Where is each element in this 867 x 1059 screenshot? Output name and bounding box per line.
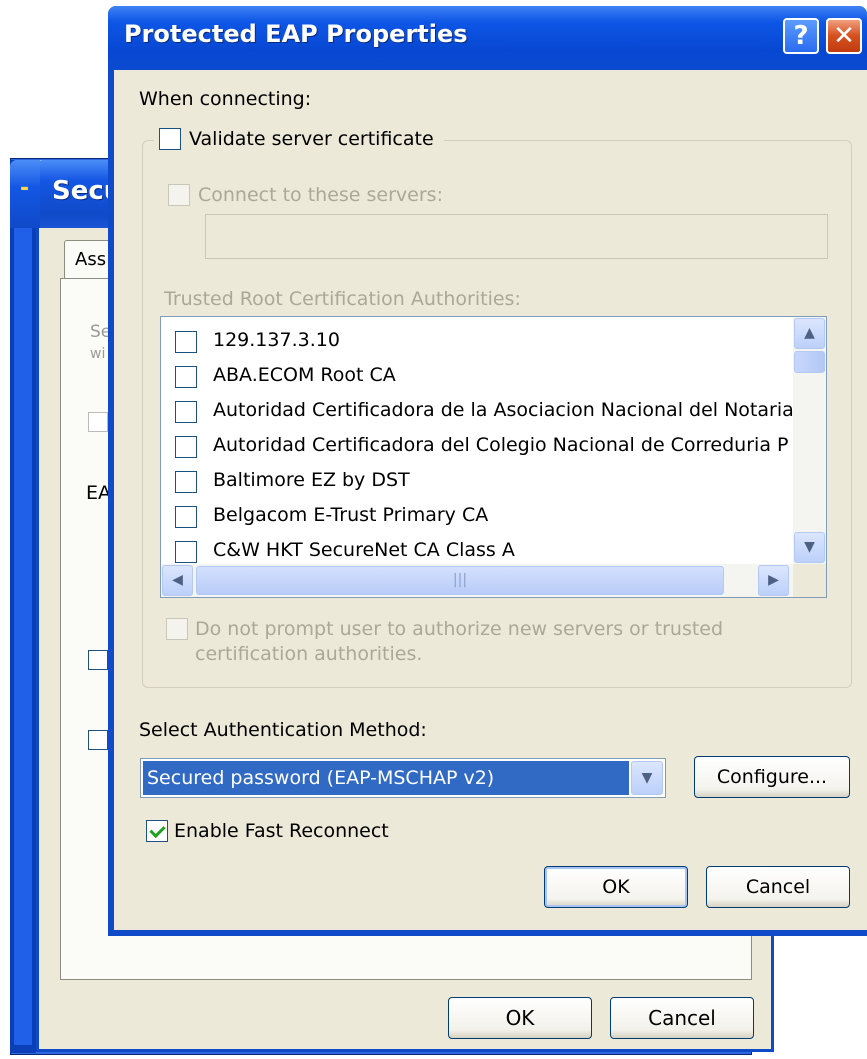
background-checkbox <box>88 412 108 432</box>
help-icon: ? <box>793 21 809 51</box>
when-connecting-label: When connecting: <box>139 88 312 110</box>
chevron-up-icon: ▲ <box>804 325 815 341</box>
ca-checkbox[interactable] <box>175 331 197 353</box>
auth-method-select[interactable]: Secured password (EAP-MSCHAP v2) ▼ <box>140 758 666 798</box>
validate-cert-checkbox[interactable] <box>159 128 181 150</box>
connect-servers-checkbox <box>168 184 190 206</box>
scroll-up-button[interactable]: ▲ <box>794 318 825 349</box>
do-not-prompt-label-line2: certification authorities. <box>195 643 423 665</box>
horizontal-scroll-thumb[interactable]: ||| <box>196 566 724 595</box>
do-not-prompt-checkbox <box>166 618 188 640</box>
connect-servers-label: Connect to these servers: <box>198 184 443 206</box>
ca-checkbox[interactable] <box>175 401 197 423</box>
ca-name: 129.137.3.10 <box>213 329 340 351</box>
auth-method-value: Secured password (EAP-MSCHAP v2) <box>143 761 629 795</box>
background-window-titlebar-left: - <box>10 160 40 228</box>
fast-reconnect-label[interactable]: Enable Fast Reconnect <box>174 820 389 842</box>
ca-name: Autoridad Certificadora de la Asociacion… <box>213 399 794 421</box>
window-icon: - <box>20 176 30 201</box>
ca-checkbox[interactable] <box>175 471 197 493</box>
background-checkbox[interactable] <box>88 730 108 750</box>
help-button[interactable]: ? <box>783 18 819 54</box>
ca-checkbox[interactable] <box>175 366 197 388</box>
server-names-input <box>205 214 828 259</box>
chevron-down-icon: ▼ <box>641 770 653 786</box>
dropdown-button[interactable]: ▼ <box>631 761 663 795</box>
ca-checkbox[interactable] <box>175 506 197 528</box>
grip-icon: ||| <box>452 572 468 588</box>
trusted-root-label: Trusted Root Certification Authorities: <box>164 288 521 310</box>
cancel-button[interactable]: Cancel <box>706 866 850 908</box>
ca-name: Baltimore EZ by DST <box>213 469 410 491</box>
ca-checkbox[interactable] <box>175 541 197 563</box>
ok-button[interactable]: OK <box>544 866 688 908</box>
background-text-fragment: wi <box>90 346 106 362</box>
peap-dialog-title: Protected EAP Properties <box>124 20 468 48</box>
ca-name: C&W HKT SecureNet CA Class A <box>213 539 515 561</box>
configure-button[interactable]: Configure... <box>694 756 850 798</box>
auth-method-label: Select Authentication Method: <box>139 719 427 741</box>
ca-name: Belgacom E-Trust Primary CA <box>213 504 489 526</box>
background-cancel-button[interactable]: Cancel <box>610 997 754 1039</box>
close-icon: ✕ <box>833 21 855 51</box>
background-window-left-border-inner <box>14 160 32 1045</box>
do-not-prompt-label: Do not prompt user to authorize new serv… <box>195 618 724 640</box>
scroll-right-button[interactable]: ▶ <box>758 565 789 596</box>
background-ok-button[interactable]: OK <box>448 997 592 1039</box>
fast-reconnect-checkbox[interactable] <box>146 820 168 842</box>
chevron-left-icon: ◀ <box>172 572 183 588</box>
close-button[interactable]: ✕ <box>826 18 862 54</box>
ca-name: Autoridad Certificadora del Colegio Naci… <box>213 434 789 456</box>
vertical-scroll-thumb[interactable] <box>794 351 825 373</box>
validate-cert-label[interactable]: Validate server certificate <box>189 128 434 150</box>
ca-checkbox[interactable] <box>175 436 197 458</box>
scrollbar-corner <box>793 564 826 597</box>
background-checkbox[interactable] <box>88 650 108 670</box>
scroll-left-button[interactable]: ◀ <box>162 565 193 596</box>
chevron-down-icon: ▼ <box>804 539 815 555</box>
ca-name: ABA.ECOM Root CA <box>213 364 396 386</box>
trusted-ca-listbox[interactable]: 129.137.3.10 ABA.ECOM Root CA Autoridad … <box>160 316 827 598</box>
scroll-down-button[interactable]: ▼ <box>794 532 825 563</box>
chevron-right-icon: ▶ <box>768 572 779 588</box>
